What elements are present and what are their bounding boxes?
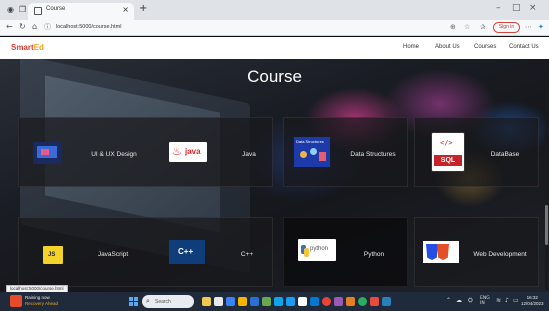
html5-css3-icon: [423, 241, 459, 263]
app-icon-15[interactable]: [370, 297, 379, 306]
logo-accent-text: Ed: [33, 43, 44, 52]
js-logo-text: JS: [48, 252, 56, 258]
course-card-web-development[interactable]: Web Development: [414, 217, 539, 287]
course-label: JavaScript: [97, 251, 129, 258]
course-hero: Course UI & UX Design ♨ java Java Data S…: [0, 59, 549, 292]
sql-badge-text: SQL: [434, 155, 462, 166]
taskbar-search-box[interactable]: ⌕ Search: [142, 295, 194, 308]
course-label: DataBase: [490, 151, 520, 158]
taskbar-clock[interactable]: 16:32 12/04/2023: [521, 295, 544, 307]
tab-course[interactable]: Course ×: [28, 3, 134, 20]
site-logo[interactable]: SmartEd: [11, 43, 44, 52]
address-bar: ← ↻ ⌂ ⓘ localhost:5000/course.html ⊕ ☆ ✰…: [0, 20, 549, 36]
data-structures-icon: Data Structures: [294, 137, 330, 167]
app-icon-10[interactable]: [310, 297, 319, 306]
back-icon[interactable]: ←: [6, 22, 13, 31]
tray-app-icon[interactable]: ⛭: [468, 297, 473, 305]
file-explorer-icon[interactable]: [238, 297, 247, 306]
profile-icon[interactable]: ◉: [6, 5, 15, 14]
close-tab-icon[interactable]: ×: [122, 5, 129, 14]
javascript-logo-icon: JS: [43, 246, 63, 264]
course-card-javascript[interactable]: JS JavaScript C++ C++: [18, 217, 273, 287]
vscode-icon[interactable]: [286, 297, 295, 306]
nav-about-link[interactable]: About Us: [435, 44, 460, 50]
close-window-icon[interactable]: ×: [529, 3, 537, 13]
weather-widget[interactable]: Raining now Recovery Ahead: [25, 295, 58, 307]
page-favicon-icon: [34, 7, 42, 15]
minimize-icon[interactable]: –: [496, 3, 501, 13]
home-icon[interactable]: ⌂: [32, 22, 37, 31]
java-logo-icon: ♨ java: [169, 142, 207, 162]
windows-taskbar: Raining now Recovery Ahead ⌕ Search ⌃ ☁ …: [0, 292, 549, 311]
tray-cloud-icon[interactable]: ☁: [456, 297, 462, 304]
nav-courses-link[interactable]: Courses: [474, 44, 496, 50]
copilot-icon[interactable]: ✦: [538, 23, 544, 31]
zoom-icon[interactable]: ⊕: [450, 23, 456, 31]
meet-app-icon[interactable]: [226, 297, 235, 306]
course-label: Web Development: [473, 251, 527, 258]
weather-note-text: Recovery Ahead: [25, 301, 59, 306]
store-app-icon[interactable]: [274, 297, 283, 306]
title-bar: ◉ ❐ Course × + – □ ×: [0, 0, 549, 20]
new-tab-icon[interactable]: +: [139, 3, 147, 14]
favorite-star-icon[interactable]: ☆: [464, 23, 470, 31]
scrollbar-thumb[interactable]: [545, 205, 548, 245]
course-label: Java: [242, 151, 256, 158]
course-label: UI & UX Design: [91, 151, 137, 158]
edge-browser-icon[interactable]: [250, 297, 259, 306]
data-structures-icon-text: Data Structures: [296, 139, 324, 144]
favorites-icon[interactable]: ✰: [480, 23, 486, 31]
app-icon-9[interactable]: [298, 297, 307, 306]
java-logo-text: java: [185, 147, 201, 156]
task-view-icon[interactable]: [214, 297, 223, 306]
app-icon-12[interactable]: [334, 297, 343, 306]
app-icon-13[interactable]: [346, 297, 355, 306]
url-field[interactable]: ⓘ localhost:5000/course.html: [44, 21, 444, 34]
cpp-logo-icon: C++: [169, 240, 205, 264]
site-navbar: SmartEd Home About Us Courses Contact Us: [0, 37, 549, 59]
widgets-app-icon[interactable]: [202, 297, 211, 306]
course-label: C++: [240, 251, 254, 258]
weather-icon[interactable]: [10, 295, 22, 307]
tab-title: Course: [46, 6, 66, 12]
course-card-data-structures[interactable]: Data Structures Data Structures: [283, 117, 408, 187]
site-info-icon[interactable]: ⓘ: [44, 22, 51, 32]
chrome-icon[interactable]: [322, 297, 331, 306]
ui-ux-design-icon: [33, 142, 61, 164]
tray-chevron-icon[interactable]: ⌃: [446, 297, 451, 304]
cpp-logo-text: C++: [178, 247, 194, 256]
more-menu-icon[interactable]: ⋯: [525, 23, 532, 31]
course-label: Data Structures: [350, 151, 396, 158]
search-icon: ⌕: [146, 297, 150, 305]
python-logo-icon: python: [298, 239, 336, 261]
clock-date: 12/04/2023: [521, 301, 544, 306]
battery-icon[interactable]: ▭: [513, 297, 519, 304]
windows-start-icon[interactable]: [129, 297, 138, 306]
page-title: Course: [247, 67, 302, 86]
logo-text: Smart: [11, 43, 34, 52]
volume-icon[interactable]: ♪: [505, 297, 509, 304]
app-icon-16[interactable]: [382, 297, 391, 306]
language-indicator[interactable]: ENG IN: [480, 296, 490, 306]
app-icon-14[interactable]: [358, 297, 367, 306]
signin-button[interactable]: Sign in: [493, 22, 520, 33]
page-scrollbar[interactable]: [545, 60, 548, 290]
nav-contact-link[interactable]: Contact Us: [509, 44, 539, 50]
search-placeholder: Search: [155, 299, 171, 305]
refresh-icon[interactable]: ↻: [19, 22, 26, 31]
maximize-icon[interactable]: □: [512, 3, 521, 13]
python-logo-text: python: [310, 246, 329, 252]
wifi-icon[interactable]: ≋: [496, 297, 501, 304]
tab-actions-icon[interactable]: ❐: [18, 5, 27, 14]
app-icon-6[interactable]: [262, 297, 271, 306]
course-label: Python: [363, 251, 385, 258]
course-card-python[interactable]: python Python: [283, 217, 408, 287]
nav-home-link[interactable]: Home: [403, 44, 419, 50]
url-text: localhost:5000/course.html: [56, 24, 122, 30]
course-card-database[interactable]: </> SQL DataBase: [414, 117, 539, 187]
browser-window: ◉ ❐ Course × + – □ × ← ↻ ⌂ ⓘ localhost:5…: [0, 0, 549, 311]
sql-database-icon: </> SQL: [431, 132, 465, 172]
course-card-uiux[interactable]: UI & UX Design ♨ java Java: [18, 117, 273, 187]
